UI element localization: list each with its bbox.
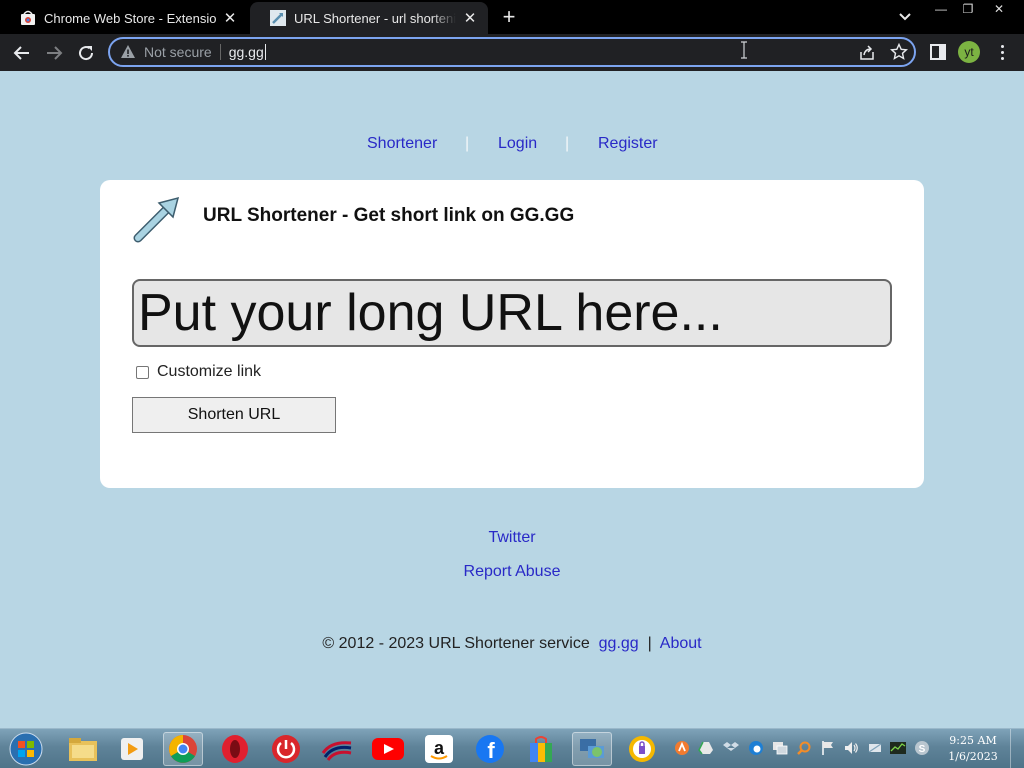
forward-icon[interactable] (42, 41, 66, 65)
page-title: URL Shortener - Get short link on GG.GG (203, 205, 575, 226)
tab-chrome-web-store[interactable]: Chrome Web Store - Extensions ✕ (0, 2, 248, 34)
close-tab-icon[interactable]: ✕ (222, 10, 238, 27)
taskbar-opera[interactable] (215, 732, 255, 766)
share-icon[interactable] (858, 44, 876, 62)
bank-flag-icon (321, 741, 352, 761)
tray-monitor-icon[interactable] (890, 740, 906, 756)
tray-flag-icon[interactable] (820, 740, 836, 756)
tray-avast-icon[interactable] (674, 740, 690, 756)
taskbar-explorer[interactable] (63, 732, 103, 766)
tray-drive-icon[interactable] (698, 740, 714, 756)
omnibox-separator (219, 44, 221, 60)
nav-register-link[interactable]: Register (598, 135, 658, 153)
footer-separator: | (647, 635, 652, 652)
menu-icon[interactable] (994, 42, 1010, 62)
text-cursor-icon (741, 41, 747, 59)
taskbar-shopping[interactable] (521, 732, 561, 766)
taskbar-facebook[interactable]: f (470, 732, 510, 766)
vpn-shield-icon (629, 736, 655, 762)
power-icon (272, 735, 300, 763)
tray-dropbox-icon[interactable] (723, 740, 739, 756)
taskbar-youtube[interactable] (368, 732, 408, 766)
network-tool-icon (580, 739, 604, 758)
tray-skype-icon[interactable]: S (914, 740, 930, 756)
gg-favicon-icon (270, 10, 286, 26)
taskbar-bank[interactable] (317, 732, 357, 766)
browser-toolbar: Not secure gg.gg (0, 34, 1024, 71)
arrow-logo-icon (133, 196, 180, 243)
taskbar-vpn[interactable] (622, 732, 662, 766)
about-link[interactable]: About (660, 635, 702, 652)
svg-text:f: f (487, 738, 495, 763)
start-button[interactable] (6, 732, 46, 766)
windows-start-icon (9, 732, 43, 766)
minimize-button[interactable]: — (926, 0, 956, 18)
shorten-url-button[interactable]: Shorten URL (132, 397, 336, 433)
svg-text:S: S (919, 744, 926, 755)
chevron-down-icon[interactable] (895, 9, 915, 25)
nav-separator: | (565, 135, 570, 152)
back-icon[interactable] (10, 41, 34, 65)
taskbar-amazon[interactable]: a (419, 732, 459, 766)
twitter-link[interactable]: Twitter (488, 529, 535, 546)
checkbox-box[interactable] (136, 365, 149, 379)
shortener-card: URL Shortener - Get short link on GG.GG … (100, 180, 924, 488)
tray-edge-icon[interactable] (748, 740, 764, 756)
clock-time: 9:25 AM (949, 734, 997, 747)
nav-login-link[interactable]: Login (498, 135, 537, 153)
tray-search-icon[interactable] (796, 740, 812, 756)
clock-date: 1/6/2023 (948, 750, 998, 763)
address-bar[interactable]: Not secure gg.gg (108, 37, 916, 67)
show-desktop-button[interactable] (1010, 729, 1024, 768)
tray-volume-icon[interactable] (843, 740, 859, 756)
top-navigation: Shortener | Login | Register (0, 135, 1024, 155)
nav-separator: | (465, 135, 470, 152)
twitter-row: Twitter (0, 529, 1024, 547)
taskbar: a f S 9:25 AM 1/6/2023 (0, 728, 1024, 768)
opera-icon (222, 735, 248, 763)
youtube-icon (372, 738, 404, 760)
tray-network-icon[interactable] (867, 740, 883, 756)
report-abuse-row: Report Abuse (0, 563, 1024, 581)
tab-title: URL Shortener - url shortening service (294, 10, 456, 26)
copyright-text: © 2012 - 2023 URL Shortener service (322, 635, 590, 652)
text-caret (264, 44, 266, 60)
customize-link-checkbox[interactable]: Customize link (136, 363, 261, 381)
report-abuse-link[interactable]: Report Abuse (464, 563, 561, 580)
new-tab-button[interactable]: + (498, 6, 520, 28)
shopping-bag-icon (530, 736, 552, 762)
tab-title: Chrome Web Store - Extensions (44, 10, 216, 26)
reload-icon[interactable] (74, 41, 98, 65)
facebook-icon: f (476, 735, 504, 763)
profile-avatar[interactable]: yt (958, 41, 980, 63)
tab-url-shortener[interactable]: URL Shortener - url shortening service ✕ (250, 2, 488, 34)
maximize-button[interactable]: ❐ (953, 0, 983, 18)
long-url-input[interactable] (132, 279, 892, 347)
folder-icon (69, 738, 97, 761)
taskbar-media-player[interactable] (112, 732, 152, 766)
copyright-footer: © 2012 - 2023 URL Shortener service gg.g… (0, 635, 1024, 653)
tab-strip: Chrome Web Store - Extensions ✕ URL Shor… (0, 0, 1024, 34)
nav-shortener-link[interactable]: Shortener (367, 135, 437, 153)
url-text[interactable]: gg.gg (229, 44, 264, 60)
amazon-icon: a (425, 735, 453, 763)
taskbar-power[interactable] (266, 732, 306, 766)
security-label[interactable]: Not secure (144, 44, 212, 60)
system-clock[interactable]: 9:25 AM 1/6/2023 (940, 733, 1006, 765)
customize-link-label: Customize link (157, 363, 262, 380)
side-panel-icon[interactable] (929, 43, 947, 61)
bookmark-star-icon[interactable] (890, 43, 908, 61)
tray-display-icon[interactable] (772, 740, 788, 756)
site-link[interactable]: gg.gg (599, 635, 639, 652)
close-window-button[interactable]: ✕ (982, 0, 1016, 18)
taskbar-network-tool[interactable] (572, 732, 612, 766)
taskbar-chrome[interactable] (163, 732, 203, 766)
warning-icon (121, 45, 135, 58)
chrome-icon (169, 735, 197, 763)
media-player-icon (121, 738, 143, 760)
web-store-icon (20, 10, 36, 26)
close-tab-icon[interactable]: ✕ (462, 10, 478, 27)
svg-text:a: a (434, 738, 445, 758)
